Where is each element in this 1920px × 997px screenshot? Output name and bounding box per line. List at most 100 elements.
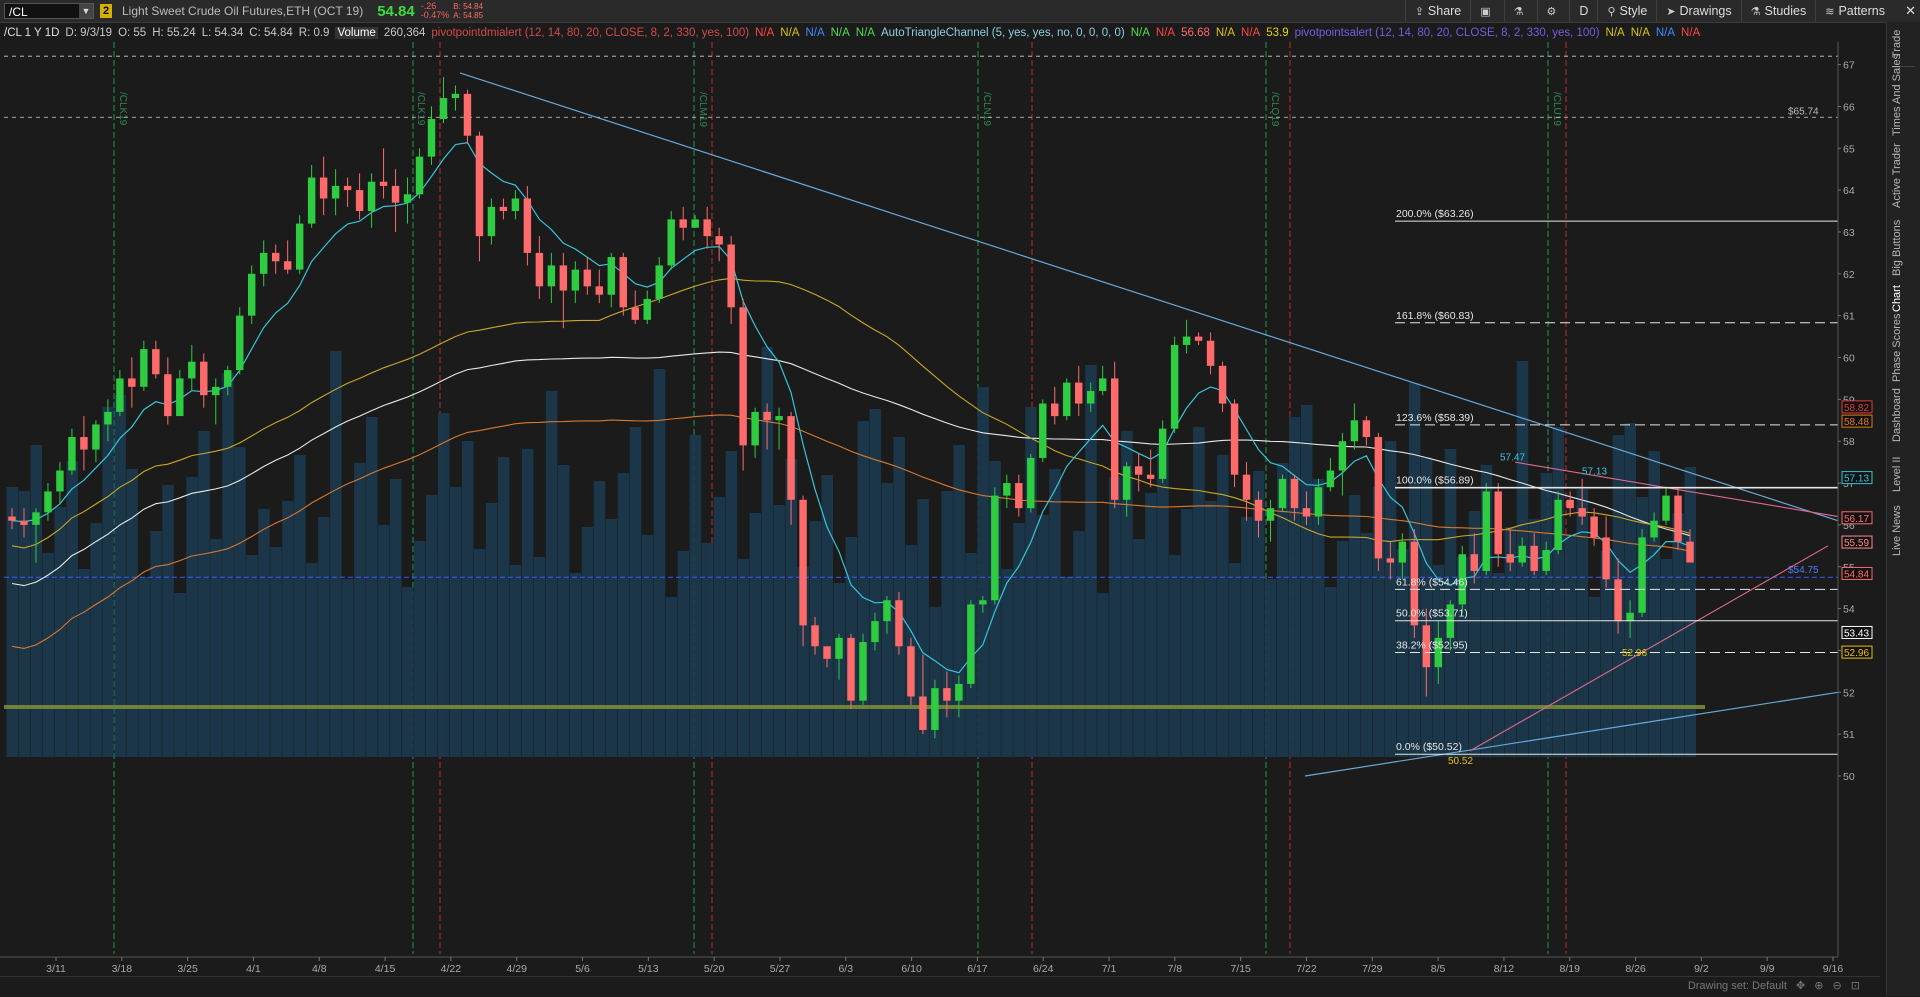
- volume-bar: [1564, 535, 1577, 757]
- candle-body: [20, 520, 28, 525]
- volume-value: 260,364: [383, 26, 426, 39]
- zoom-out-icon[interactable]: ⊖: [1833, 980, 1842, 992]
- volume-bar: [1097, 593, 1109, 757]
- candle-body: [1674, 495, 1682, 542]
- style-button[interactable]: ⚲ Style: [1597, 0, 1656, 22]
- candle-body: [152, 349, 160, 375]
- candle-body: [823, 646, 831, 659]
- fit-icon[interactable]: ⊡: [1851, 980, 1860, 992]
- candle-body: [739, 307, 747, 446]
- sidebar-tab-live-news[interactable]: Live News: [1891, 505, 1903, 556]
- candle-body: [1482, 491, 1490, 571]
- patterns-button[interactable]: ≋ Patterns: [1815, 0, 1894, 22]
- flask-icon: ⚗: [1750, 6, 1761, 18]
- candle-body: [188, 361, 196, 379]
- snapshot-button[interactable]: ▣: [1470, 0, 1503, 22]
- candle-body: [607, 257, 616, 295]
- sidebar-tab-big-buttons[interactable]: Big Buttons: [1891, 220, 1903, 276]
- price-tag-label: 58.48: [1844, 417, 1869, 428]
- candle-body: [1254, 499, 1263, 521]
- period-button[interactable]: D: [1569, 0, 1597, 22]
- pan-icon[interactable]: ✥: [1796, 980, 1805, 992]
- volume-bar: [1229, 563, 1241, 757]
- studies-button[interactable]: ⚗ Studies: [1740, 0, 1816, 22]
- candle-body: [1374, 437, 1383, 559]
- sidebar-tab-active-trader[interactable]: Active Trader: [1891, 143, 1903, 208]
- chevron-down-icon[interactable]: ▼: [79, 4, 93, 18]
- right-sidebar: Trade Times And Sales Active Trader Big …: [1886, 22, 1920, 996]
- volume-bar: [1648, 451, 1661, 757]
- patterns-label: Patterns: [1838, 4, 1885, 18]
- candle-body: [1063, 382, 1071, 417]
- symbol-input[interactable]: /CL ▼: [4, 3, 94, 19]
- price-tick-label: 65: [1843, 143, 1855, 155]
- volume-bar: [569, 573, 582, 757]
- volume-bar: [1540, 473, 1553, 757]
- volume-bar: [521, 449, 534, 757]
- fib-level-label: 100.0% ($56.89): [1396, 475, 1474, 487]
- flask-icon: ⚗: [1513, 6, 1524, 18]
- percent-change: -0.47%: [420, 10, 450, 20]
- settings-button[interactable]: ⚙: [1536, 0, 1570, 22]
- triangle-study-label[interactable]: AutoTriangleChannel (5, yes, yes, no, 0,…: [881, 27, 1125, 39]
- time-tick-label: 8/26: [1625, 963, 1646, 975]
- volume-bar: [461, 441, 474, 757]
- study-value: N/A: [1605, 26, 1625, 39]
- volume-bar: [1061, 577, 1073, 757]
- share-icon: ⇪: [1414, 6, 1424, 18]
- candle-body: [763, 411, 771, 421]
- candle-body: [655, 265, 663, 299]
- candle-body: [1470, 554, 1478, 571]
- candle-body: [691, 219, 699, 228]
- candle-body: [931, 688, 939, 730]
- volume-bar: [402, 587, 414, 757]
- contract-marker-label: /CLM19: [697, 92, 708, 127]
- volume-bar: [114, 395, 126, 757]
- price-tick-label: 52: [1843, 687, 1855, 699]
- volume-bar: [665, 597, 678, 757]
- drawing-set-label[interactable]: Drawing set: Default: [1688, 980, 1787, 992]
- time-tick-label: 3/25: [177, 963, 198, 975]
- sidebar-tab-dashboard[interactable]: Dashboard: [1891, 388, 1903, 442]
- sidebar-tab-times-sales[interactable]: Times And Sales: [1891, 54, 1903, 136]
- volume-bar: [1241, 517, 1253, 757]
- sidebar-tab-level-ii[interactable]: Level II: [1891, 457, 1903, 492]
- candle-body: [967, 604, 975, 684]
- candle-body: [200, 361, 208, 396]
- candle-body: [212, 386, 220, 396]
- price-change: -.26 -0.47%: [421, 2, 450, 20]
- price-tag-label: 57.13: [1844, 474, 1869, 485]
- volume-bar: [773, 505, 786, 757]
- candle-body: [811, 625, 819, 647]
- close-icon[interactable]: ✕: [1905, 3, 1916, 19]
- bar-open: O: 55: [118, 26, 147, 39]
- swing-label: 57.13: [1582, 467, 1607, 478]
- candle-body: [247, 273, 256, 316]
- candle-body: [523, 198, 532, 253]
- link-group-badge[interactable]: 2: [100, 4, 112, 18]
- zoom-in-icon[interactable]: ⊕: [1814, 980, 1823, 992]
- bar-range: R: 0.9: [298, 26, 330, 39]
- pivot-study-label[interactable]: pivotpointdmialert (12, 14, 80, 20, CLOS…: [431, 27, 749, 39]
- sidebar-tab-phase-scores[interactable]: Phase Scores: [1891, 314, 1903, 382]
- sidebar-tab-chart[interactable]: Chart: [1891, 285, 1903, 312]
- bar-close: C: 54.84: [249, 26, 293, 39]
- drawings-button[interactable]: ➤ Drawings: [1656, 0, 1740, 22]
- time-tick-label: 7/1: [1102, 963, 1117, 975]
- share-label: Share: [1427, 4, 1462, 18]
- candle-body: [355, 190, 364, 212]
- share-button[interactable]: ⇪ Share: [1404, 0, 1471, 22]
- pivot-study-label[interactable]: pivotpointsalert (12, 14, 80, 20, CLOSE,…: [1295, 27, 1600, 39]
- candle-body: [1242, 474, 1251, 500]
- volume-label[interactable]: Volume: [335, 26, 378, 39]
- time-tick-label: 6/24: [1033, 963, 1054, 975]
- candle-body: [1518, 545, 1526, 563]
- candle-body: [631, 307, 639, 320]
- time-tick-label: 8/12: [1494, 963, 1515, 975]
- flask-button[interactable]: ⚗: [1503, 0, 1537, 22]
- price-tick-label: 58: [1843, 436, 1855, 448]
- candle-body: [1638, 537, 1646, 613]
- price-chart[interactable]: /CLK19/CLK19/CLM19/CLN19/CLQ19/CLU19 $65…: [0, 42, 1880, 980]
- bar-high: H: 55.24: [152, 26, 196, 39]
- reference-line-label: $65.74: [1788, 106, 1819, 117]
